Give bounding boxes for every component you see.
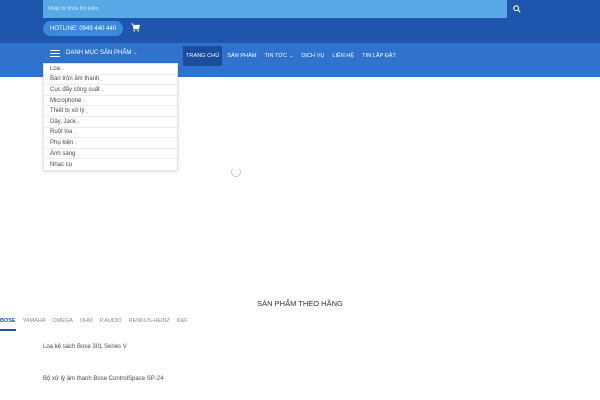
tab-yamaha[interactable]: YAMAHA <box>23 318 46 331</box>
tab-renkus-heinz[interactable]: RENKUS-HEINZ <box>129 318 170 331</box>
category-label: Loa <box>50 65 61 72</box>
loading-spinner-icon <box>231 167 241 177</box>
chevron-down-icon: ⌄ <box>73 129 77 135</box>
page: HOTLINE: 0949 440 440 DANH MỤC SẢN PHẨM … <box>0 0 600 400</box>
hotline-button[interactable]: HOTLINE: 0949 440 440 <box>43 21 124 36</box>
category-item-lighting[interactable]: Ánh sáng <box>44 149 177 160</box>
menu-item-news-label: TIN TỨC <box>264 53 288 59</box>
category-dropdown: Loa ⌄ Bàn trộn âm thanh ⌄ Cục đẩy công suấ… <box>43 63 178 171</box>
category-label: Nhạc cụ <box>50 161 73 168</box>
tab-bose[interactable]: BOSE <box>0 318 16 331</box>
menu-icon <box>50 49 60 57</box>
category-item-amplifier[interactable]: Cục đẩy công suất ⌄ <box>44 85 177 96</box>
category-label: Microphone <box>50 97 82 104</box>
product-link[interactable]: Loa kệ sách Bose 301 Series V <box>43 343 183 351</box>
category-label: Ánh sáng <box>50 150 76 157</box>
category-item-loa[interactable]: Loa ⌄ <box>44 64 177 75</box>
chevron-down-icon: ⌄ <box>100 76 104 82</box>
search-bar <box>43 0 526 18</box>
category-item-mixer[interactable]: Bàn trộn âm thanh ⌄ <box>44 75 177 86</box>
menu-item-home[interactable]: TRANG CHỦ <box>183 46 223 66</box>
menu-item-installations[interactable]: TIN LẮP ĐẶT <box>359 46 399 66</box>
category-label: Ruột loa <box>50 129 73 136</box>
search-icon <box>512 5 521 13</box>
main-menu: TRANG CHỦ SẢN PHẨM TIN TỨC ⌄ DỊCH VỤ LIÊ… <box>183 46 401 66</box>
product-link[interactable]: Bộ xử lý âm thanh Bose ControlSpace SP-2… <box>43 375 183 383</box>
chevron-down-icon: ⌄ <box>82 98 86 104</box>
brand-tabs: BOSE YAMAHA OMEGA OHM P.AUDIO RENKUS-HEI… <box>0 318 195 331</box>
category-item-processor[interactable]: Thiết bị xử lý ⌄ <box>44 106 177 117</box>
search-input[interactable] <box>43 0 507 18</box>
tab-omega[interactable]: OMEGA <box>52 318 72 331</box>
chevron-down-icon: ⌄ <box>133 50 138 56</box>
section-title: SẢN PHẨM THEO HÃNG <box>257 299 343 308</box>
tab-ohm[interactable]: OHM <box>80 318 93 331</box>
chevron-down-icon: ⌄ <box>74 140 78 146</box>
category-label: Phụ kiện <box>50 139 74 146</box>
category-label: Dây, Jack <box>50 118 76 125</box>
cart-icon[interactable] <box>131 23 140 32</box>
menu-item-products[interactable]: SẢN PHẨM <box>224 46 259 66</box>
tab-kf[interactable]: K&F <box>177 318 188 331</box>
chevron-down-icon: ⌄ <box>76 119 81 125</box>
top-header: HOTLINE: 0949 440 440 <box>0 0 600 43</box>
chevron-down-icon: ⌄ <box>85 108 89 114</box>
category-label: Bàn trộn âm thanh <box>50 76 100 83</box>
menu-item-contact[interactable]: LIÊN HỆ <box>329 46 357 66</box>
search-button[interactable] <box>507 0 526 18</box>
categories-toggle[interactable]: DANH MỤC SẢN PHẨM ⌄ <box>43 43 178 63</box>
menu-item-news[interactable]: TIN TỨC ⌄ <box>261 46 296 66</box>
category-item-accessories[interactable]: Phụ kiện ⌄ <box>44 138 177 149</box>
tab-paudio[interactable]: P.AUDIO <box>100 318 122 331</box>
category-label: Thiết bị xử lý <box>50 108 85 115</box>
categories-label: DANH MỤC SẢN PHẨM <box>66 50 132 56</box>
menu-item-services[interactable]: DỊCH VỤ <box>298 46 327 66</box>
category-item-instruments[interactable]: Nhạc cụ <box>44 159 177 170</box>
chevron-down-icon: ⌄ <box>61 66 65 72</box>
chevron-down-icon: ⌄ <box>289 53 294 59</box>
category-item-drivers[interactable]: Ruột loa ⌄ <box>44 128 177 139</box>
category-label: Cục đẩy công suất <box>50 86 100 93</box>
category-item-microphone[interactable]: Microphone ⌄ <box>44 96 177 107</box>
category-item-cables[interactable]: Dây, Jack ⌄ <box>44 117 177 128</box>
chevron-down-icon: ⌄ <box>100 87 105 93</box>
